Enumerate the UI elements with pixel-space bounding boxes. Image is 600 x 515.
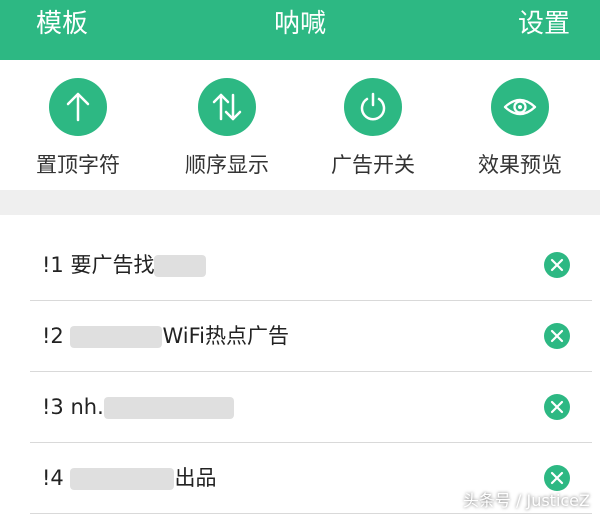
list-item-index: !1 — [42, 253, 64, 277]
list-item-content: 要广告找 — [70, 253, 155, 277]
app-title: 呐喊 — [273, 9, 326, 39]
ad-toggle-button[interactable]: 广告开关 — [303, 78, 443, 178]
power-icon — [344, 78, 402, 136]
delete-icon[interactable] — [544, 394, 570, 420]
effect-preview-label: 效果预览 — [478, 153, 562, 177]
list-item-text: !4 出品 — [42, 464, 216, 492]
blurred-region — [70, 326, 163, 348]
app-screen: 模板 呐喊 设置 置顶字符 顺序显示 广告开关 效果预览 !1 要广告找 !2 … — [0, 0, 600, 515]
list-item-content: 出品 — [174, 466, 217, 490]
ad-toggle-label: 广告开关 — [331, 153, 415, 177]
sequential-display-button[interactable]: 顺序显示 — [157, 78, 297, 178]
list-item-text: !2 WiFi热点广告 — [42, 322, 289, 350]
arrow-up-icon — [49, 78, 107, 136]
list-item[interactable]: !3 nh. — [30, 372, 592, 443]
templates-button[interactable]: 模板 — [36, 8, 88, 40]
top-bar: 模板 呐喊 设置 — [0, 0, 600, 60]
list-item-content: nh. — [70, 395, 104, 419]
watermark: 头条号 / JusticeZ — [462, 491, 590, 510]
settings-label: 设置 — [517, 9, 570, 39]
delete-icon[interactable] — [544, 252, 570, 278]
list-item-index: !2 — [42, 324, 64, 348]
list-item-text: !3 nh. — [42, 393, 234, 421]
list-item-content: WiFi热点广告 — [162, 324, 289, 348]
sequential-display-label: 顺序显示 — [185, 153, 269, 177]
delete-icon[interactable] — [544, 323, 570, 349]
blurred-region — [103, 397, 234, 419]
list-item-index: !3 — [42, 395, 64, 419]
list-item[interactable]: !1 要广告找 — [30, 230, 592, 301]
sort-arrows-icon — [198, 78, 256, 136]
templates-label: 模板 — [36, 9, 89, 39]
pin-characters-label: 置顶字符 — [36, 153, 120, 177]
section-divider — [0, 190, 600, 215]
list-item-index: !4 — [42, 466, 64, 490]
app-title-container: 呐喊 — [0, 8, 600, 40]
settings-button[interactable]: 设置 — [518, 8, 570, 40]
message-list: !1 要广告找 !2 WiFi热点广告 !3 nh. !4 出品 — [0, 215, 600, 515]
action-toolbar: 置顶字符 顺序显示 广告开关 效果预览 — [0, 60, 600, 190]
list-item[interactable]: !2 WiFi热点广告 — [30, 301, 592, 372]
blurred-region — [154, 255, 207, 277]
blurred-region — [70, 468, 175, 490]
effect-preview-button[interactable]: 效果预览 — [450, 78, 590, 178]
eye-icon — [491, 78, 549, 136]
pin-characters-button[interactable]: 置顶字符 — [8, 78, 148, 178]
list-item-text: !1 要广告找 — [42, 251, 207, 279]
